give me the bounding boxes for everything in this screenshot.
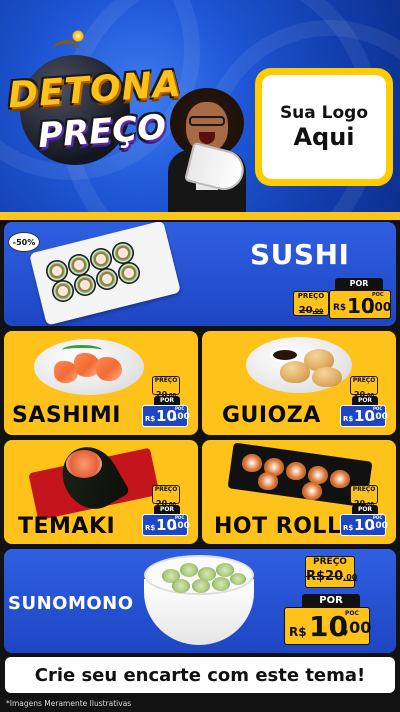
old-price-tag: PREÇO 20,00 xyxy=(293,291,329,316)
product-name-sushi: SUSHI xyxy=(250,238,350,271)
spark-icon xyxy=(72,30,84,42)
header-divider xyxy=(0,212,400,220)
old-price-tag: PREÇO20,00 xyxy=(152,485,180,508)
price-cents: ,00 xyxy=(372,412,388,422)
por-label: POR xyxy=(352,396,378,405)
currency: R$ xyxy=(289,625,307,639)
price-tag: R$ 10 POC ,00 xyxy=(340,514,388,536)
price-cents: ,00 xyxy=(343,618,372,637)
currency: R$ xyxy=(333,303,347,313)
currency: R$ xyxy=(343,524,354,532)
por-label: POR xyxy=(154,505,180,514)
old-price: R$20 xyxy=(306,569,344,584)
por-label: POR xyxy=(154,396,180,405)
preco-label: PREÇO xyxy=(313,557,347,567)
price-tag: R$ 10 POC ,00 xyxy=(340,405,388,427)
cta-banner[interactable]: Crie seu encarte com este tema! xyxy=(5,657,395,693)
logo-text-line1: Sua Logo xyxy=(279,103,369,123)
product-name-sashimi: SASHIMI xyxy=(12,403,121,428)
price-tag: R$ 10 POC ,00 xyxy=(142,405,190,427)
product-name-guioza: GUIOZA xyxy=(222,403,321,428)
currency: R$ xyxy=(145,415,156,423)
logo-placeholder: Sua Logo Aqui xyxy=(255,68,393,186)
price-cents: ,00 xyxy=(370,300,392,314)
disclaimer: *Imagens Meramente Ilustrativas xyxy=(6,699,132,708)
cents-label: POC xyxy=(175,406,185,411)
product-name-sunomono: SUNOMONO xyxy=(8,593,134,614)
preco-label: PREÇO xyxy=(154,486,178,493)
old-price-tag: PREÇO20,00 xyxy=(350,485,378,508)
product-name-temaki: TEMAKI xyxy=(18,514,116,539)
price-tag: R$ 10 POC ,00 xyxy=(142,514,190,536)
old-price-tag: PREÇO R$20,00 xyxy=(305,556,358,588)
preco-label: PREÇO xyxy=(154,377,178,384)
flyer: DETONA PREÇO Sua Logo Aqui SUSHI -50% PR… xyxy=(0,0,400,712)
old-price-tag: PREÇO20,00 xyxy=(152,376,180,399)
price-cents: ,00 xyxy=(174,521,190,531)
preco-label: PREÇO xyxy=(297,292,325,300)
currency: R$ xyxy=(343,415,354,423)
preco-label: PREÇO xyxy=(352,377,376,384)
cents-label: POC xyxy=(373,515,383,520)
cents-label: POC xyxy=(345,610,359,617)
product-name-hot-roll: HOT ROLL xyxy=(214,514,342,539)
por-label: POR xyxy=(335,278,383,290)
woman-with-megaphone-illustration xyxy=(162,88,254,212)
cents-label: POC xyxy=(373,406,383,411)
por-label: POR xyxy=(352,505,378,514)
old-price-tag: PREÇO20,00 xyxy=(350,376,378,399)
old-price: 20 xyxy=(298,305,313,316)
discount-badge: -50% xyxy=(8,232,40,252)
bomb-fuse xyxy=(52,40,80,62)
cents-label: POC xyxy=(372,292,384,298)
currency: R$ xyxy=(145,524,156,532)
por-label: POR xyxy=(302,594,360,608)
old-price-cents: ,00 xyxy=(312,308,324,315)
preco-label: PREÇO xyxy=(352,486,376,493)
cents-label: POC xyxy=(175,515,185,520)
price-cents: ,00 xyxy=(174,412,190,422)
price-cents: ,00 xyxy=(372,521,388,531)
price-tag: R$ 10 POC ,00 xyxy=(284,607,372,645)
logo-text-line2: Aqui xyxy=(293,123,355,151)
price-tag: R$ 10 POC ,00 xyxy=(329,290,391,319)
title-preco: PREÇO xyxy=(36,107,168,157)
old-price-cents: ,00 xyxy=(343,573,358,582)
header-banner: DETONA PREÇO Sua Logo Aqui xyxy=(0,0,400,280)
